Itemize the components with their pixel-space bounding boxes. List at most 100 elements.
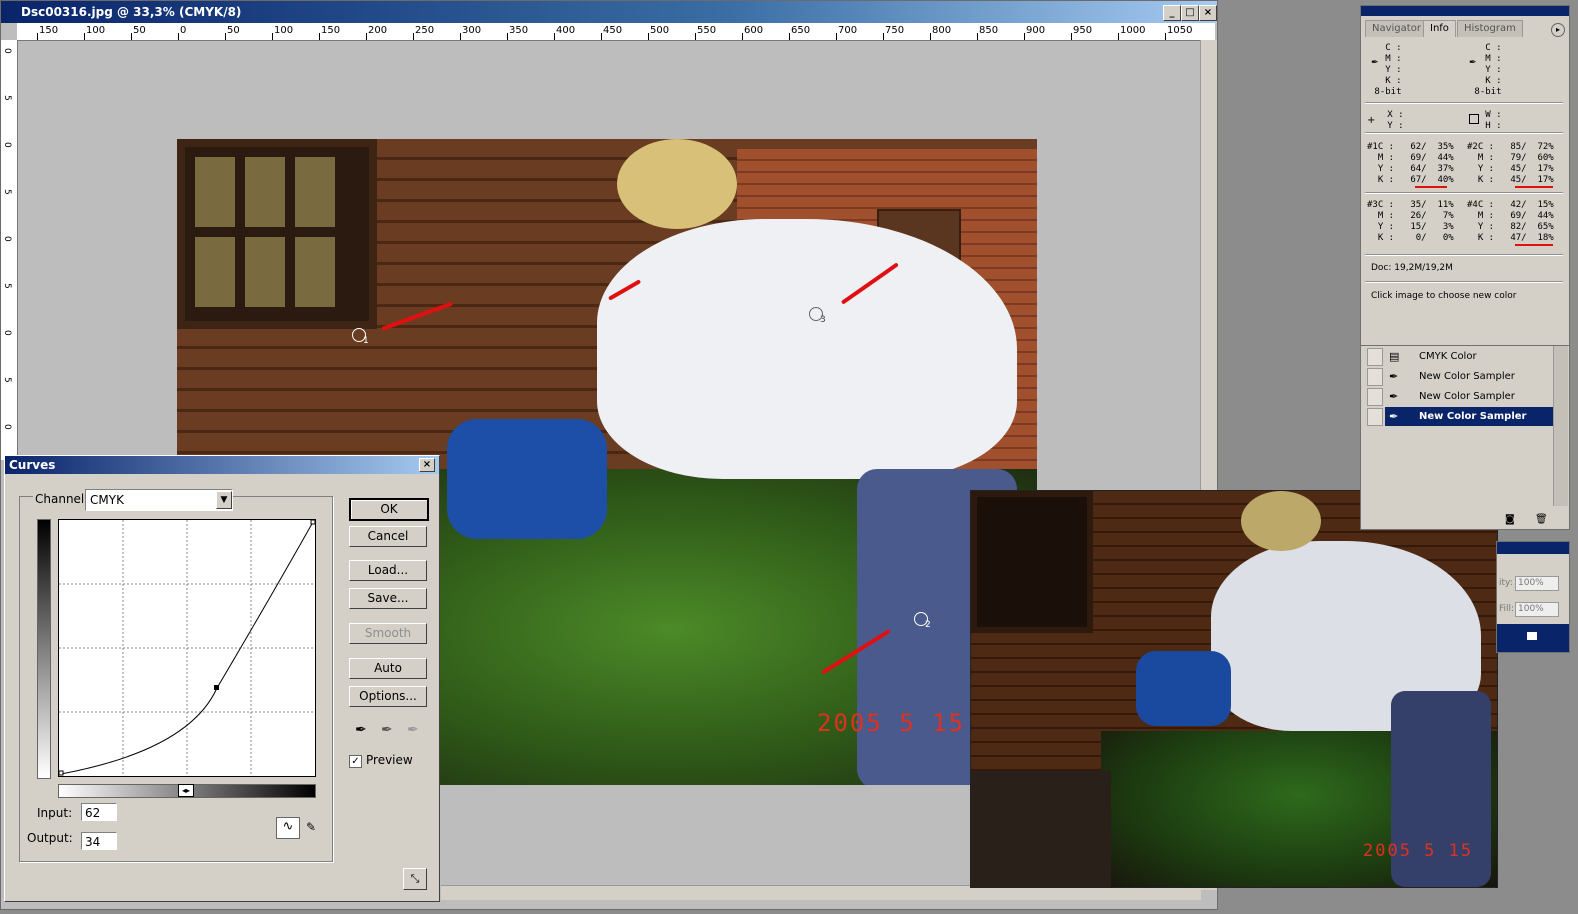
chevron-down-icon[interactable]: ▼ [216,491,232,509]
ruler-tick [930,33,931,40]
preview-label: Preview [366,753,413,767]
white-eyedropper-icon[interactable]: ✒ [407,722,419,738]
history-scrollbar[interactable] [1553,346,1568,506]
panel-header[interactable] [1361,6,1569,16]
history-snapshot-checkbox[interactable] [1367,368,1383,386]
layer-thumbnail-icon [1527,632,1537,640]
ruler-tick [789,33,790,40]
history-snapshot-checkbox[interactable] [1367,408,1383,426]
ruler-tick-label: 0 [2,142,12,148]
info-cmyk-right: C : M : Y : K : 8-bit [1474,43,1502,97]
date-stamp: 2005 5 15 [817,709,966,737]
preview-checkbox[interactable]: ✓ [349,755,362,768]
tab-navigator[interactable]: Navigator [1365,20,1428,37]
history-panel: ▤ CMYK Color ✒ New Color Sampler ✒ New C… [1360,345,1570,530]
ruler-tick-label: 550 [697,25,717,36]
history-snapshot-checkbox[interactable] [1367,348,1383,366]
info-wh: W : H : [1485,110,1502,131]
channel-select[interactable]: CMYK ▼ [85,489,233,511]
color-sampler-icon: ✒ [1389,410,1399,423]
sampler-1-values: #1C : 62/ 35% M : 69/ 44% Y : 64/ 37% K … [1367,142,1454,185]
panel-header[interactable] [1497,542,1569,554]
ruler-top: 150 100 50 0 50 100 150 200 250 300 350 400 450 500 55… [17,23,1215,41]
history-snapshot-checkbox[interactable] [1367,388,1383,406]
channel-label: Channel: [33,492,91,506]
new-snapshot-icon[interactable]: ◙ [1505,514,1515,525]
sampler-number: 2 [925,620,931,630]
smooth-button[interactable]: Smooth [349,623,427,644]
tab-info[interactable]: Info [1423,20,1456,37]
ruler-tick-label: 400 [556,25,576,36]
layer-row-selected[interactable] [1497,624,1569,652]
black-eyedropper-icon[interactable]: ✒ [355,722,367,738]
info-panel: Navigator Info Histogram ▸ ✒ C : M : Y :… [1360,5,1570,347]
doc-size: Doc: 19,2M/19,2M [1371,263,1453,273]
divider [1365,192,1563,193]
ruler-tick-label: 700 [838,25,858,36]
document-title-bar[interactable]: Dsc00316.jpg @ 33,3% (CMYK/8) _ □ × [1,1,1217,23]
ruler-tick-label: 150 [39,25,59,36]
sampler-number: 3 [820,315,826,325]
history-item-cmyk-color[interactable]: ▤ CMYK Color [1385,347,1553,366]
divider [1365,281,1563,282]
ruler-tick-label: 750 [885,25,905,36]
ruler-tick [460,33,461,40]
curves-dialog: Curves × Channel: CMYK ▼ ◂▸ Input: 62 Ou… [4,455,440,902]
ruler-tick-label: 500 [650,25,670,36]
save-button[interactable]: Save... [349,588,427,609]
close-icon[interactable]: × [1199,5,1217,21]
curve-tool-icon[interactable]: ∿ [276,817,300,839]
ruler-tick-label: 50 [133,25,146,36]
panel-menu-icon[interactable]: ▸ [1551,23,1565,37]
ruler-tick-label: 5 [2,189,12,195]
minimize-icon[interactable]: _ [1163,5,1181,21]
red-underline [1515,186,1553,188]
history-item-new-color-sampler[interactable]: ✒ New Color Sampler [1385,387,1553,406]
history-item-label: New Color Sampler [1419,391,1515,402]
red-underline [1515,244,1553,246]
ruler-tick [507,33,508,40]
ruler-tick-label: 50 [227,25,240,36]
swap-gradient-icon[interactable]: ◂▸ [178,784,194,797]
options-button[interactable]: Options... [349,686,427,707]
ruler-tick-label: 850 [979,25,999,36]
output-label: Output: [27,831,73,845]
ruler-tick [37,33,38,40]
gray-eyedropper-icon[interactable]: ✒ [381,722,393,738]
trash-icon[interactable]: 🗑 [1535,514,1548,525]
maximize-icon[interactable]: □ [1181,5,1199,21]
history-item-new-color-sampler[interactable]: ✒ New Color Sampler [1385,367,1553,386]
output-field[interactable]: 34 [81,832,117,850]
load-button[interactable]: Load... [349,560,427,581]
ruler-tick [695,33,696,40]
ruler-tick [272,33,273,40]
close-icon[interactable]: × [419,458,435,472]
history-item-label: New Color Sampler [1419,411,1527,422]
ruler-left: 0 5 0 5 0 5 0 5 0 [1,40,18,460]
preview-window [971,491,1093,633]
ruler-tick [883,33,884,40]
pencil-icon[interactable]: ✎ [301,817,321,837]
curve-graph[interactable] [58,519,316,777]
auto-button[interactable]: Auto [349,658,427,679]
input-field[interactable]: 62 [81,803,117,821]
tab-histogram[interactable]: Histogram [1457,20,1523,37]
ruler-tick-label: 300 [462,25,482,36]
ruler-tick [178,33,179,40]
curves-title-bar[interactable]: Curves × [5,456,439,474]
ruler-tick-label: 800 [932,25,952,36]
ruler-tick [366,33,367,40]
fill-field[interactable]: 100% [1515,602,1559,617]
ruler-tick [1024,33,1025,40]
ruler-tick [84,33,85,40]
sampler-number: 1 [363,336,369,346]
input-label: Input: [37,806,73,820]
ruler-tick-label: 950 [1073,25,1093,36]
cancel-button[interactable]: Cancel [349,526,427,547]
curves-title: Curves [9,458,56,472]
opacity-field[interactable]: 100% [1515,576,1559,591]
ruler-tick-label: 600 [744,25,764,36]
ok-button[interactable]: OK [349,498,429,521]
resize-dialog-icon[interactable]: ⤡ [403,868,427,890]
history-item-new-color-sampler-selected[interactable]: ✒ New Color Sampler [1385,407,1553,426]
